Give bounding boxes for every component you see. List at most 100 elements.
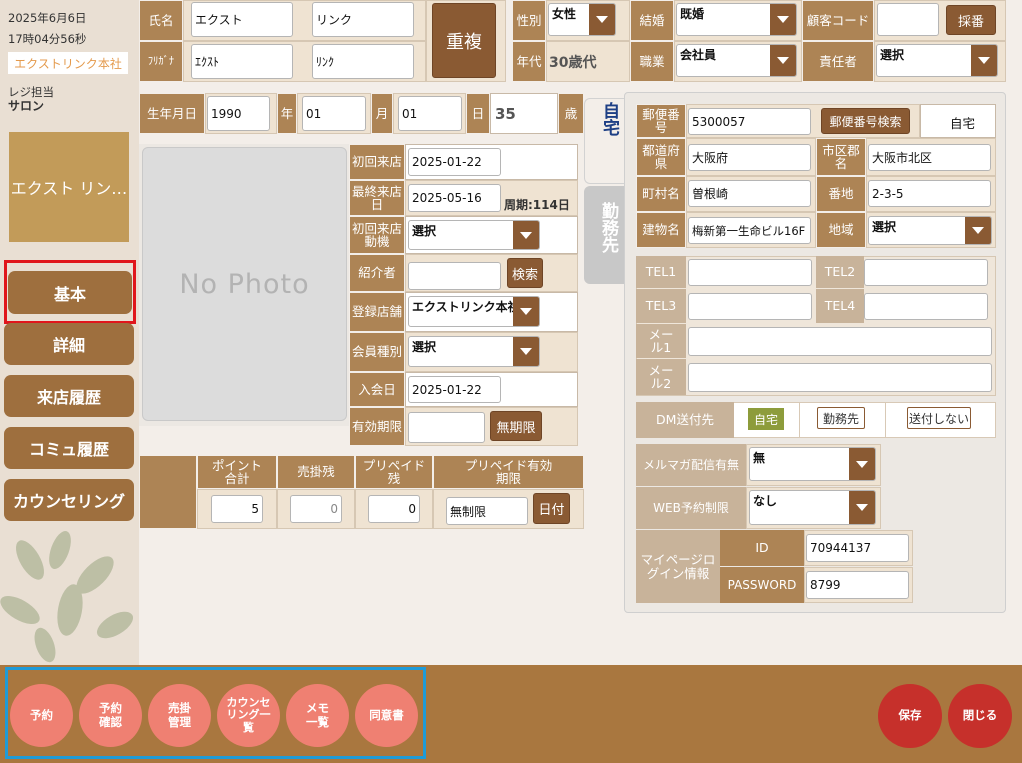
join-date-input[interactable]: 2025-01-22 [408,376,501,403]
prepaid-expiry-input[interactable]: 無制限 [446,497,528,525]
first-visit-label: 初回来店 [349,144,405,180]
referrer-input[interactable] [408,262,501,290]
current-date: 2025年6月6日 [8,11,87,25]
assign-number-button[interactable]: 採番 [946,5,996,35]
memo-list-button[interactable]: メモ一覧 [286,684,349,747]
prefecture-label: 都道府県 [636,138,686,176]
nav-visit-history[interactable]: 来店履歴 [4,375,134,417]
first-name-input[interactable]: リンク [312,2,414,37]
gender-label: 性別 [512,0,546,41]
dm-work-button[interactable]: 勤務先 [817,407,865,429]
expiry-input[interactable] [408,412,485,443]
prepaid-balance-label: プリペイド残 [355,455,433,489]
birth-day-input[interactable]: 01 [398,96,462,131]
age-group-value: 30歳代 [549,55,597,71]
first-visit-input[interactable]: 2025-01-22 [408,148,501,176]
dm-divider-1 [799,402,800,438]
counseling-list-button[interactable]: カウンセリング一覧 [217,684,280,747]
job-dropdown-arrow [770,45,796,76]
duplicate-button[interactable]: 重複 [432,3,496,78]
tel2-label: TEL2 [816,256,864,288]
member-type-select[interactable]: 選択 [408,336,540,367]
id-input[interactable]: 70944137 [806,534,909,562]
region-label: 地域 [816,212,866,248]
manager-select[interactable]: 選択 [876,44,998,77]
last-visit-input[interactable]: 2025-05-16 [408,184,501,212]
nav-counseling[interactable]: カウンセリング [4,479,134,521]
member-type-dropdown-arrow [513,337,539,366]
close-button[interactable]: 閉じる [948,684,1012,748]
customer-code-input[interactable] [877,3,939,36]
staff-name: エクスト リン… [10,179,128,198]
lot-number-label: 番地 [816,176,866,212]
region-dropdown-arrow [965,217,991,244]
staff-card[interactable]: エクスト リン… [9,132,129,242]
tel3-input[interactable] [688,293,812,320]
referrer-search-button[interactable]: 検索 [507,258,543,288]
building-label: 建物名 [636,212,686,248]
prepaid-balance-input[interactable]: 0 [368,495,420,523]
email1-input[interactable] [688,327,992,356]
nav-detail[interactable]: 詳細 [4,323,134,365]
register-store-dropdown-arrow [513,297,539,326]
register-value: サロン [8,99,45,113]
visit-motive-select[interactable]: 選択 [408,220,540,250]
tel4-input[interactable] [864,293,988,320]
marital-select[interactable]: 既婚 [676,3,797,36]
first-kana-input[interactable]: ﾘﾝｸ [312,44,414,79]
nav-basic[interactable]: 基本 [8,271,132,314]
job-value: 会社員 [680,48,717,62]
manager-dropdown-arrow [971,45,997,76]
tab-home[interactable]: 自宅 [584,98,624,184]
tab-work[interactable]: 勤務先 [584,186,624,284]
nav-communication-history[interactable]: コミュ履歴 [4,427,134,469]
points-total-label: ポイント合計 [197,455,277,489]
prepaid-date-button[interactable]: 日付 [533,493,570,524]
reservation-check-button[interactable]: 予約確認 [79,684,142,747]
web-reservation-limit-label: WEB予約制限 [636,487,746,529]
points-total-input[interactable]: 5 [211,495,263,523]
birth-day-unit: 日 [466,93,490,134]
zip-label: 郵便番号 [636,104,686,138]
tel2-input[interactable] [864,259,988,286]
mypage-login-label: マイページログイン情報 [636,530,720,603]
prefecture-input[interactable]: 大阪府 [688,144,811,171]
register-store-select[interactable]: エクストリンク本社 [408,296,540,327]
unlimited-button[interactable]: 無期限 [490,411,542,441]
region-select[interactable]: 選択 [868,216,992,245]
town-input[interactable]: 曽根崎 [688,180,811,207]
gender-value: 女性 [552,7,577,21]
mailmag-select[interactable]: 無 [749,447,876,481]
id-label: ID [720,530,804,566]
job-select[interactable]: 会社員 [676,44,797,77]
manager-label: 責任者 [802,41,874,82]
email2-input[interactable] [688,363,992,392]
dm-divider-2 [885,402,886,438]
web-reservation-limit-select[interactable]: なし [749,490,876,525]
tel1-input[interactable] [688,259,812,286]
consent-form-button[interactable]: 同意書 [355,684,418,747]
building-input[interactable]: 梅新第一生命ビル16F [688,217,811,244]
last-kana-input[interactable]: ｴｸｽﾄ [191,44,293,79]
customer-photo[interactable]: No Photo [142,147,347,421]
marital-value: 既婚 [680,7,705,21]
birthdate-label: 生年月日 [139,93,205,134]
city-input[interactable]: 大阪市北区 [868,144,991,171]
lot-number-input[interactable]: 2-3-5 [868,180,991,207]
save-button[interactable]: 保存 [878,684,942,748]
password-input[interactable]: 8799 [806,571,909,599]
zip-input[interactable]: 5300057 [688,108,811,135]
dm-home-button[interactable]: 自宅 [748,408,784,430]
reservation-button[interactable]: 予約 [10,684,73,747]
credit-balance-input[interactable]: 0 [290,495,342,523]
dm-none-button[interactable]: 送付しない [907,407,971,429]
web-reservation-limit-dropdown-arrow [849,491,875,524]
chevron-down-icon [520,308,532,315]
birth-year-input[interactable]: 1990 [207,96,270,131]
gender-select[interactable]: 女性 [548,3,616,36]
birth-month-input[interactable]: 01 [302,96,366,131]
last-name-input[interactable]: エクスト [191,2,293,37]
register-store-value: エクストリンク本社 [412,300,520,314]
credit-management-button[interactable]: 売掛管理 [148,684,211,747]
zip-search-button[interactable]: 郵便番号検索 [821,108,910,134]
